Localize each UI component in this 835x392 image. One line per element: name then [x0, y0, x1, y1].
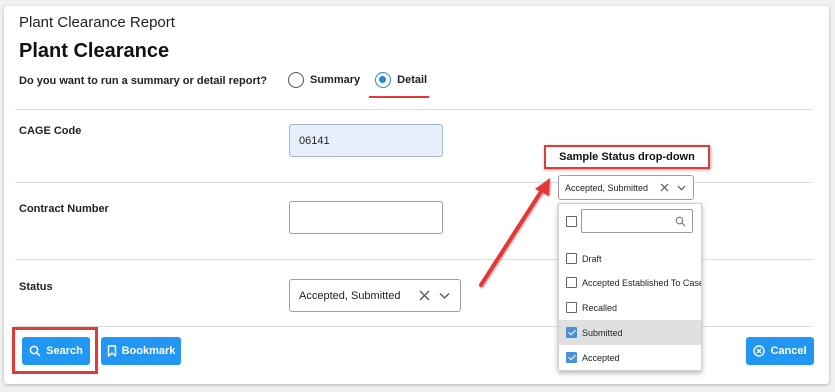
divider — [15, 109, 813, 110]
sample-status-select[interactable]: Accepted, Submitted — [558, 175, 694, 200]
report-type-question: Do you want to run a summary or detail r… — [19, 75, 268, 87]
report-title: Plant Clearance Report — [19, 14, 175, 31]
dropdown-option-accepted-established[interactable]: Accepted Established To Case — [559, 270, 702, 295]
option-label: Submitted — [582, 327, 623, 338]
option-label: Recalled — [582, 302, 618, 313]
page-title: Plant Clearance — [19, 40, 170, 62]
cage-code-input[interactable] — [289, 124, 443, 157]
cage-code-label: CAGE Code — [19, 125, 82, 137]
option-checkbox[interactable] — [566, 352, 577, 363]
option-label: Accepted — [582, 352, 620, 363]
bookmark-button[interactable]: Bookmark — [101, 337, 181, 365]
contract-number-input[interactable] — [289, 201, 443, 234]
report-type-radio-group: Summary Detail — [288, 72, 442, 88]
search-button[interactable]: Search — [22, 337, 90, 365]
clear-icon[interactable] — [656, 179, 673, 196]
dropdown-option-draft[interactable]: Draft — [559, 246, 701, 271]
option-checkbox[interactable] — [566, 277, 577, 288]
chevron-down-icon[interactable] — [434, 286, 454, 306]
summary-radio-label[interactable]: Summary — [310, 74, 360, 86]
detail-radio-button[interactable] — [375, 72, 392, 88]
dropdown-option-accepted[interactable]: Accepted — [559, 345, 701, 370]
sample-status-value: Accepted, Submitted — [565, 182, 649, 193]
contract-number-label: Contract Number — [19, 203, 109, 215]
option-label: Accepted Established To Case — [582, 277, 702, 288]
status-select-value: Accepted, Submitted — [299, 289, 401, 302]
detail-radio-label[interactable]: Detail — [397, 74, 427, 86]
option-checkbox[interactable] — [566, 327, 577, 338]
sample-dropdown-callout: Sample Status drop-down — [544, 145, 710, 169]
search-icon — [29, 345, 41, 357]
annotation-arrow — [479, 178, 550, 287]
cancel-button-label: Cancel — [770, 345, 807, 357]
dropdown-header — [559, 204, 701, 238]
cancel-icon — [753, 345, 766, 357]
option-checkbox[interactable] — [566, 302, 577, 313]
option-checkbox[interactable] — [566, 253, 577, 264]
summary-radio-option[interactable]: Summary — [288, 72, 360, 88]
status-label: Status — [19, 281, 53, 293]
sample-status-dropdown-panel: Draft Accepted Established To Case Recal… — [558, 203, 702, 371]
search-button-label: Search — [46, 345, 83, 357]
detail-annotation-underline — [369, 96, 429, 98]
summary-radio-button[interactable] — [288, 72, 304, 88]
dropdown-option-recalled[interactable]: Recalled — [559, 295, 701, 320]
bookmark-icon — [107, 345, 116, 357]
callout-text: Sample Status drop-down — [559, 151, 695, 163]
dropdown-option-submitted[interactable]: Submitted — [559, 320, 701, 345]
detail-radio-option[interactable]: Detail — [375, 72, 427, 88]
clear-icon[interactable] — [414, 286, 434, 306]
cancel-button[interactable]: Cancel — [746, 337, 814, 365]
chevron-down-icon[interactable] — [673, 179, 690, 196]
status-select[interactable]: Accepted, Submitted — [289, 279, 461, 312]
search-icon — [675, 216, 686, 227]
bookmark-button-label: Bookmark — [121, 345, 176, 357]
dropdown-search-input[interactable] — [581, 209, 693, 233]
option-label: Draft — [582, 253, 602, 264]
select-all-checkbox[interactable] — [566, 216, 577, 227]
